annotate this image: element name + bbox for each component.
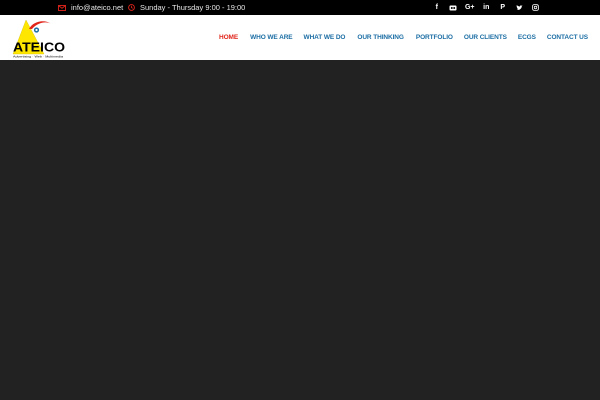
- pinterest-icon[interactable]: P: [495, 0, 512, 15]
- nav-our-thinking[interactable]: OUR THINKING: [357, 34, 404, 41]
- nav-ecgs[interactable]: ECGS: [518, 34, 536, 41]
- main-nav: HOME WHO WE ARE WHAT WE DO OUR THINKING …: [219, 15, 600, 60]
- hours-info: Sunday - Thursday 9:00 - 19:00: [128, 0, 245, 15]
- hours-text: Sunday - Thursday 9:00 - 19:00: [140, 3, 246, 12]
- top-bar: info@ateico.net Sunday - Thursday 9:00 -…: [0, 0, 600, 15]
- site-header: ATEICO Advertising · Web · Multimedia HO…: [0, 15, 600, 60]
- twitter-icon[interactable]: [511, 0, 528, 15]
- logo-tagline: Advertising · Web · Multimedia: [13, 55, 63, 59]
- nav-what-we-do[interactable]: WHAT WE DO: [304, 34, 346, 41]
- nav-our-clients[interactable]: OUR CLIENTS: [464, 34, 507, 41]
- nav-contact-us[interactable]: CONTACT US: [547, 34, 588, 41]
- facebook-icon[interactable]: f: [429, 0, 446, 15]
- clock-icon: [128, 4, 135, 11]
- instagram-icon[interactable]: [528, 0, 545, 15]
- email-contact[interactable]: info@ateico.net: [58, 0, 123, 15]
- email-text[interactable]: info@ateico.net: [71, 3, 123, 12]
- nav-portfolio[interactable]: PORTFOLIO: [416, 34, 453, 41]
- linkedin-icon[interactable]: in: [478, 0, 495, 15]
- nav-home[interactable]: HOME: [219, 34, 238, 41]
- social-links: f G+ in P: [429, 0, 545, 15]
- envelope-icon: [58, 4, 66, 11]
- hero-section: [0, 60, 600, 400]
- google-plus-icon[interactable]: G+: [462, 0, 479, 15]
- nav-who-we-are[interactable]: WHO WE ARE: [250, 34, 293, 41]
- flickr-icon[interactable]: [445, 0, 462, 15]
- logo-wordmark: ATEICO: [13, 41, 65, 55]
- ateico-logo[interactable]: ATEICO Advertising · Web · Multimedia: [11, 17, 69, 59]
